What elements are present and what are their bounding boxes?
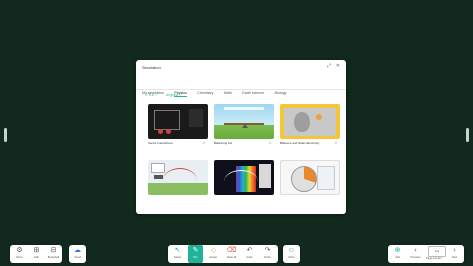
tab-math[interactable]: Math: [224, 91, 232, 96]
add-page-button[interactable]: ⊕ Add: [390, 245, 405, 263]
simulation-thumbnail[interactable]: [148, 160, 208, 195]
filter-bar: ☰ K-8 ⌄ All grade ⌄: [145, 93, 190, 97]
star-icon[interactable]: ☆: [334, 140, 338, 146]
cursor-icon: ↖: [174, 247, 181, 254]
tab-chemistry[interactable]: Chemistry: [197, 91, 213, 96]
next-page-button[interactable]: › Next: [447, 245, 462, 263]
star-icon[interactable]: ☆: [202, 140, 206, 146]
expand-icon[interactable]: ⤢: [327, 63, 331, 69]
simulation-dialog: Simulation ⤢ ✕ My simulation Physics Che…: [136, 60, 346, 214]
more-toolbar: ☺ More: [283, 245, 300, 263]
card-title: Vector Interactions ☆: [148, 140, 206, 146]
grid-icon: ⊟: [50, 247, 57, 254]
bookshelf-button[interactable]: ⊟ Bookshelf: [46, 245, 61, 263]
menu-icon: ⚙: [16, 247, 23, 254]
card-title: [148, 197, 208, 202]
simulation-thumbnail[interactable]: [148, 104, 208, 139]
undo-icon: ↶: [246, 247, 253, 254]
pen-button[interactable]: ✎ Pen: [188, 245, 203, 263]
simulation-card[interactable]: Balancing Act ☆: [214, 104, 274, 146]
edit-icon: ⊞: [33, 247, 40, 254]
previous-page-button[interactable]: ‹ Previous: [408, 245, 423, 263]
simulation-card[interactable]: Vector Interactions ☆: [148, 104, 208, 146]
redo-button[interactable]: ↷ Redo: [260, 245, 275, 263]
page-number-box[interactable]: 1/1: [428, 246, 446, 257]
tab-earth-science[interactable]: Earth science: [242, 91, 264, 96]
page-number-label: Page number: [426, 257, 442, 260]
simulation-thumbnail[interactable]: [214, 104, 274, 139]
simulation-card[interactable]: [148, 160, 208, 202]
card-title: Balancing Act ☆: [214, 140, 272, 146]
center-toolbar: ↖ Select ✎ Pen ◇ Eraser ⌫ Clear all ↶ Un…: [168, 245, 278, 263]
chevron-right-icon: ›: [453, 247, 456, 254]
cloud-button[interactable]: ☁ Cloud: [70, 245, 85, 263]
close-icon[interactable]: ✕: [336, 63, 340, 69]
edit-button[interactable]: ⊞ Edit: [29, 245, 44, 263]
simulation-thumbnail[interactable]: [280, 160, 340, 195]
menu-button[interactable]: ⚙ Menu: [12, 245, 27, 263]
select-button[interactable]: ↖ Select: [170, 245, 185, 263]
add-icon: ⊕: [394, 247, 401, 254]
cloud-icon: ☁: [74, 247, 81, 254]
dialog-title: Simulation: [142, 65, 161, 70]
page-toolbar: ⊕ Add ‹ Previous 1/1 Page number › Next: [388, 245, 464, 263]
cloud-toolbar: ☁ Cloud: [69, 245, 86, 263]
subject-tabs: My simulation Physics Chemistry Math Ear…: [142, 81, 292, 97]
star-icon[interactable]: ☆: [268, 140, 272, 146]
simulation-card[interactable]: [214, 160, 274, 202]
simulation-thumbnail[interactable]: [214, 160, 274, 195]
simulation-thumbnail[interactable]: [280, 104, 340, 139]
more-icon: ☺: [287, 247, 296, 254]
card-title: Balloons and Static Electricity ☆: [280, 140, 338, 146]
card-title: [280, 197, 340, 202]
eraser-icon: ◇: [210, 247, 217, 254]
left-edge-handle[interactable]: [4, 128, 7, 142]
right-edge-handle[interactable]: [466, 128, 469, 142]
clear-icon: ⌫: [226, 247, 237, 254]
tab-biology[interactable]: Biology: [275, 91, 287, 96]
clear-all-button[interactable]: ⌫ Clear all: [224, 245, 239, 263]
simulation-card[interactable]: [280, 160, 340, 202]
left-toolbar: ⚙ Menu ⊞ Edit ⊟ Bookshelf: [10, 245, 62, 263]
redo-icon: ↷: [264, 247, 271, 254]
tab-divider: [136, 89, 346, 90]
more-button[interactable]: ☺ More: [284, 245, 299, 263]
simulation-card[interactable]: Balloons and Static Electricity ☆: [280, 104, 340, 146]
grade-band-filter[interactable]: ☰ K-8 ⌄: [145, 93, 157, 97]
grade-filter[interactable]: All grade ⌄: [166, 93, 182, 97]
card-title: [214, 197, 274, 202]
undo-button[interactable]: ↶ Undo: [242, 245, 257, 263]
eraser-button[interactable]: ◇ Eraser: [206, 245, 221, 263]
pen-icon: ✎: [192, 247, 199, 254]
chevron-left-icon: ‹: [414, 247, 417, 254]
